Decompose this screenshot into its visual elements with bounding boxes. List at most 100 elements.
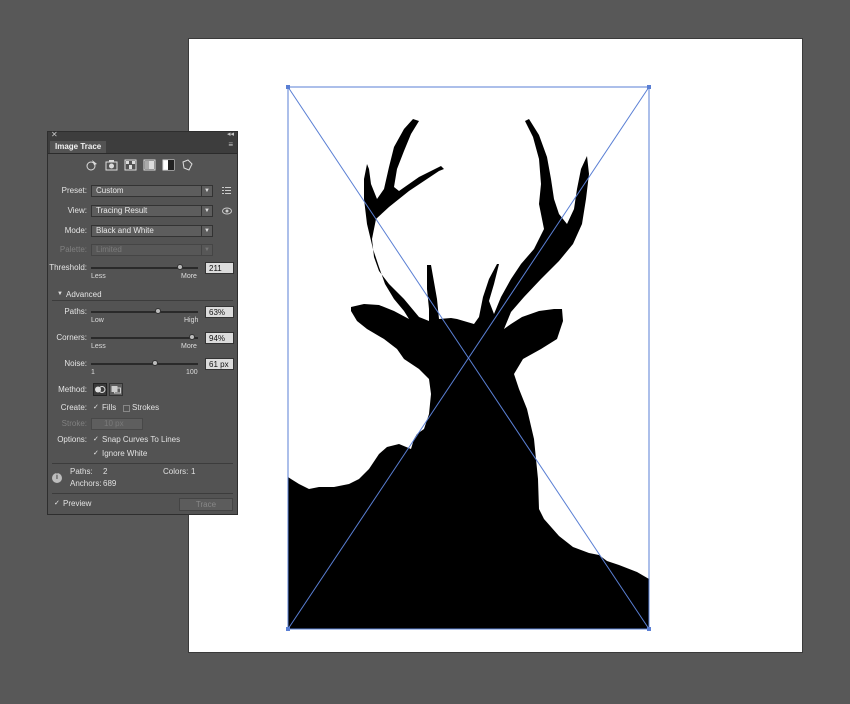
stroke-value: 10 px: [104, 419, 124, 428]
stats-colors-label: Colors:: [163, 467, 189, 476]
collapse-icon[interactable]: ◂◂: [227, 130, 234, 138]
corners-input[interactable]: 94%: [205, 332, 234, 344]
paths-slider-knob[interactable]: [155, 308, 162, 314]
create-row: Create: ✓ Fills Strokes: [48, 401, 237, 415]
paths-max-label: High: [184, 317, 199, 324]
preset-value: Custom: [96, 186, 124, 195]
panel-menu-icon[interactable]: ≡: [228, 140, 233, 149]
paths-input[interactable]: 63%: [205, 306, 234, 318]
corners-min-label: Less: [91, 343, 106, 350]
paths-slider-track[interactable]: [91, 311, 198, 313]
view-value: Tracing Result: [96, 206, 148, 215]
mode-dropdown[interactable]: Black and White ▼: [91, 225, 213, 237]
low-color-icon[interactable]: [124, 159, 137, 171]
noise-label: Noise:: [64, 359, 87, 368]
stats-anchors-label: Anchors:: [70, 479, 102, 488]
snap-curves-checkbox[interactable]: ✓: [93, 436, 100, 443]
noise-range: 1 100: [48, 369, 237, 381]
stroke-label: Stroke:: [61, 419, 87, 428]
advanced-label: Advanced: [66, 290, 102, 299]
eye-icon[interactable]: [222, 207, 232, 217]
stats-anchors-value: 689: [103, 479, 117, 488]
black-and-white-icon[interactable]: [162, 159, 175, 171]
abutting-method-button[interactable]: [93, 383, 107, 396]
palette-dropdown: Limited ▼: [91, 244, 213, 256]
create-label: Create:: [60, 403, 87, 412]
method-label: Method:: [58, 385, 87, 394]
close-icon[interactable]: ✕: [51, 130, 58, 139]
corners-max-label: More: [181, 343, 197, 350]
fills-label: Fills: [102, 403, 117, 412]
ignore-white-checkbox[interactable]: ✓: [93, 450, 100, 457]
noise-row: Noise: 61 px: [48, 357, 237, 371]
info-icon: i: [52, 473, 62, 483]
corners-label: Corners:: [56, 333, 87, 342]
corners-row: Corners: 94%: [48, 331, 237, 345]
mode-value: Black and White: [96, 226, 154, 235]
panel-titlebar[interactable]: ✕ ◂◂: [48, 130, 237, 140]
palette-row: Palette: Limited ▼: [48, 243, 237, 257]
corners-slider-knob[interactable]: [188, 334, 195, 340]
auto-color-icon[interactable]: [86, 159, 99, 171]
strokes-checkbox[interactable]: [123, 405, 130, 412]
outline-icon[interactable]: [181, 159, 194, 171]
mode-row: Mode: Black and White ▼: [48, 224, 237, 238]
noise-min-label: 1: [91, 369, 95, 376]
preset-icons: [86, 159, 194, 173]
threshold-slider-knob[interactable]: [176, 264, 183, 270]
paths-range: Low High: [48, 317, 237, 329]
fills-checkbox[interactable]: ✓: [93, 404, 100, 411]
noise-input[interactable]: 61 px: [205, 358, 234, 370]
traced-artwork[interactable]: [189, 39, 802, 652]
stroke-row: Stroke: 10 px: [48, 417, 237, 431]
strokes-label: Strokes: [132, 403, 160, 412]
grayscale-icon[interactable]: [143, 159, 156, 171]
trace-button[interactable]: Trace: [179, 498, 233, 511]
stats-paths-label: Paths:: [70, 467, 93, 476]
options-label: Options:: [57, 435, 87, 444]
method-row: Method:: [48, 383, 237, 397]
snap-curves-label: Snap Curves To Lines: [102, 435, 181, 444]
overlapping-method-button[interactable]: [109, 383, 123, 396]
palette-label: Palette:: [59, 245, 87, 254]
ignore-white-label: Ignore White: [102, 449, 148, 458]
palette-value: Limited: [96, 245, 122, 254]
preset-row: Preset: Custom ▼: [48, 184, 237, 198]
view-dropdown[interactable]: Tracing Result ▼: [91, 205, 213, 217]
ignore-white-row: ✓ Ignore White: [48, 447, 237, 461]
stats-colors-value: 1: [191, 467, 196, 476]
noise-slider-knob[interactable]: [152, 360, 159, 366]
artboard: [188, 38, 803, 653]
chevron-down-icon: ▼: [201, 226, 212, 236]
threshold-range: Less More: [48, 273, 237, 285]
triangle-down-icon: ▼: [57, 291, 63, 297]
noise-max-label: 100: [186, 369, 198, 376]
corners-range: Less More: [48, 343, 237, 355]
paths-row: Paths: 63%: [48, 305, 237, 319]
threshold-input[interactable]: 211: [205, 262, 234, 274]
threshold-row: Threshold: 211: [48, 261, 237, 275]
preview-label: Preview: [63, 499, 92, 508]
threshold-label: Threshold:: [49, 263, 87, 272]
preset-label: Preset:: [61, 186, 87, 195]
panel-tabbar: Image Trace ≡: [48, 140, 237, 154]
tab-image-trace[interactable]: Image Trace: [50, 141, 107, 153]
manage-presets-icon[interactable]: [222, 186, 231, 197]
paths-label: Paths:: [64, 307, 87, 316]
divider: [52, 463, 233, 464]
view-label: View:: [67, 206, 87, 215]
noise-slider-track[interactable]: [91, 363, 198, 365]
chevron-down-icon: ▼: [201, 206, 212, 216]
stroke-input: 10 px: [91, 418, 143, 430]
paths-min-label: Low: [91, 317, 104, 324]
corners-slider-track[interactable]: [91, 337, 198, 339]
preset-dropdown[interactable]: Custom ▼: [91, 185, 213, 197]
mode-label: Mode:: [64, 226, 87, 235]
deer-silhouette: [288, 119, 649, 629]
high-color-icon[interactable]: [105, 159, 118, 171]
chevron-down-icon: ▼: [201, 245, 212, 255]
threshold-max-label: More: [181, 273, 197, 280]
divider: [52, 300, 233, 301]
threshold-min-label: Less: [91, 273, 106, 280]
preview-checkbox[interactable]: ✓: [54, 500, 61, 507]
